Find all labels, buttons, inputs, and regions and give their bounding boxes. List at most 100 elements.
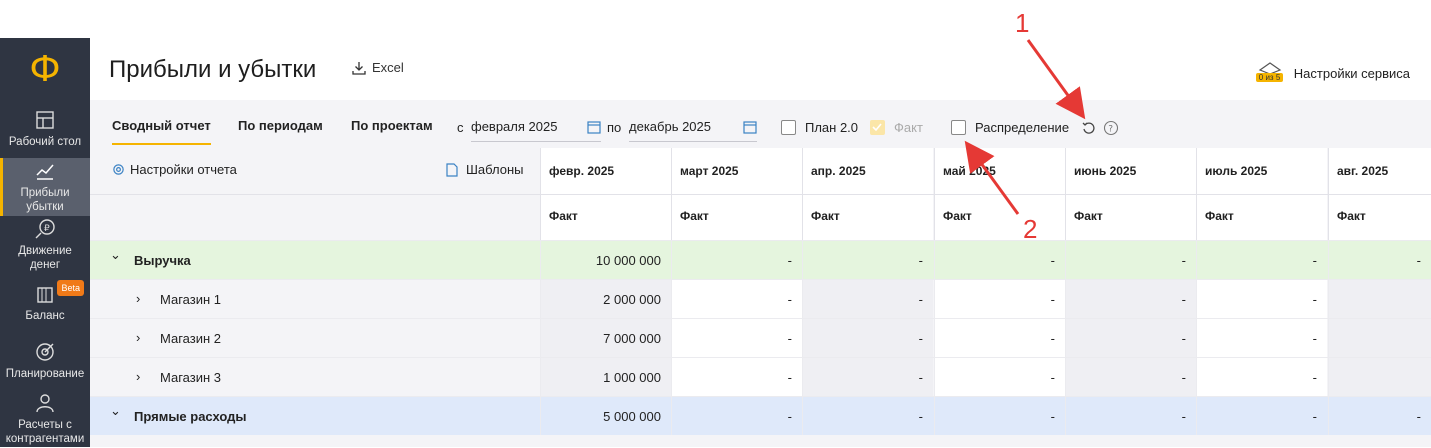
table-header-subheader: Факт Факт Факт Факт Факт Факт Факт bbox=[90, 194, 1431, 240]
month-label: авг. 2025 bbox=[1337, 164, 1389, 178]
sidebar-item-cashflow[interactable]: ₽ Движение денег bbox=[0, 216, 90, 274]
cell-value: - bbox=[1181, 370, 1186, 385]
table-cell bbox=[1328, 319, 1431, 357]
table-cell bbox=[1328, 280, 1431, 318]
fact-subheader-label: Факт bbox=[1074, 209, 1103, 223]
month-header: март 2025 bbox=[671, 148, 802, 194]
table-cell: 10 000 000 bbox=[540, 241, 671, 279]
date-to-value: декабрь 2025 bbox=[629, 119, 711, 134]
table-cell: - bbox=[934, 358, 1065, 396]
row-label: Магазин 1 bbox=[160, 292, 221, 307]
chevron-right-icon[interactable]: › bbox=[136, 369, 140, 384]
sidebar-item-label: Расчеты с контрагентами bbox=[5, 419, 85, 445]
cell-value: 1 000 000 bbox=[603, 370, 661, 385]
chevron-down-icon[interactable]: ⌄ bbox=[110, 403, 121, 419]
calendar-icon bbox=[587, 120, 601, 134]
date-to-field[interactable]: декабрь 2025 bbox=[629, 112, 757, 142]
cell-value: - bbox=[787, 331, 792, 346]
sidebar-item-label: Баланс bbox=[25, 310, 65, 322]
table-cell: 7 000 000 bbox=[540, 319, 671, 357]
table-cell: 1 000 000 bbox=[540, 358, 671, 396]
chevron-down-icon[interactable]: ⌄ bbox=[110, 247, 121, 263]
month-header: июль 2025 bbox=[1196, 148, 1327, 194]
service-settings-button[interactable]: 0 из 5 Настройки сервиса bbox=[1255, 60, 1410, 86]
table-cell: - bbox=[802, 319, 933, 357]
cell-value: - bbox=[1312, 370, 1317, 385]
service-badge: 0 из 5 bbox=[1255, 73, 1284, 82]
balance-icon bbox=[34, 283, 56, 305]
target-icon bbox=[34, 341, 56, 363]
fact-subheader: Факт bbox=[934, 195, 1065, 240]
tab-summary[interactable]: Сводный отчет bbox=[112, 118, 211, 145]
table-row[interactable]: › Магазин 2 7 000 000 - - - - - bbox=[90, 318, 1431, 357]
chart-icon bbox=[34, 160, 56, 182]
sidebar-item-profit[interactable]: Прибыли убытки bbox=[0, 158, 90, 216]
excel-export-button[interactable]: Excel bbox=[352, 60, 404, 75]
cell-value: - bbox=[1312, 409, 1317, 424]
table-cell: - bbox=[1196, 319, 1327, 357]
fact-subheader-label: Факт bbox=[680, 209, 709, 223]
sidebar: Ф Рабочий стол Прибыли убытки ₽ Движение… bbox=[0, 38, 90, 447]
cell-value: - bbox=[918, 370, 923, 385]
month-header: апр. 2025 bbox=[802, 148, 933, 194]
month-label: апр. 2025 bbox=[811, 164, 866, 178]
help-icon[interactable]: ? bbox=[1103, 120, 1119, 136]
table-cell: - bbox=[1065, 358, 1196, 396]
table-cell: - bbox=[934, 397, 1065, 435]
date-from-label: с bbox=[457, 120, 464, 135]
table-row[interactable]: ⌄ Выручка 10 000 000 - - - - - - bbox=[90, 240, 1431, 279]
table-header-months: февр. 2025 март 2025 апр. 2025 май 2025 июнь… bbox=[90, 148, 1431, 194]
fact-subheader: Факт bbox=[1065, 195, 1196, 240]
beta-badge: Beta bbox=[57, 280, 84, 296]
plan-checkbox[interactable] bbox=[781, 120, 796, 135]
tab-projects[interactable]: По проектам bbox=[351, 118, 433, 133]
table-cell bbox=[1328, 358, 1431, 396]
month-header: май 2025 bbox=[934, 148, 1065, 194]
cell-value: - bbox=[918, 331, 923, 346]
sidebar-item-label: Рабочий стол bbox=[8, 136, 82, 148]
month-header: июнь 2025 bbox=[1065, 148, 1196, 194]
month-label: март 2025 bbox=[680, 164, 739, 178]
tab-periods[interactable]: По периодам bbox=[238, 118, 323, 133]
cell-value: - bbox=[1050, 253, 1055, 268]
page-header: Прибыли и убытки Excel 0 из 5 Настройки … bbox=[90, 38, 1431, 100]
fact-subheader: Факт bbox=[1196, 195, 1327, 240]
row-label: Магазин 3 bbox=[160, 370, 221, 385]
logo[interactable]: Ф bbox=[0, 38, 90, 100]
cell-value: - bbox=[1312, 253, 1317, 268]
table-row[interactable]: ⌄ Прямые расходы 5 000 000 - - - - - - bbox=[90, 396, 1431, 435]
cell-value: - bbox=[1181, 292, 1186, 307]
month-header: авг. 2025 bbox=[1328, 148, 1431, 194]
cell-value: - bbox=[1050, 292, 1055, 307]
chevron-right-icon[interactable]: › bbox=[136, 291, 140, 306]
sidebar-item-planning[interactable]: Планирование bbox=[0, 332, 90, 390]
cell-value: - bbox=[918, 409, 923, 424]
date-from-field[interactable]: февраля 2025 bbox=[471, 112, 601, 142]
table-cell: - bbox=[1196, 241, 1327, 279]
sidebar-item-label: Движение денег bbox=[18, 245, 72, 271]
table-row[interactable]: › Магазин 3 1 000 000 - - - - - bbox=[90, 357, 1431, 396]
cell-value: - bbox=[1050, 331, 1055, 346]
table-cell: 5 000 000 bbox=[540, 397, 671, 435]
sidebar-item-counterparties[interactable]: Расчеты с контрагентами bbox=[0, 390, 90, 448]
row-label: Выручка bbox=[134, 253, 191, 268]
cell-value: - bbox=[1312, 292, 1317, 307]
distribution-checkbox[interactable] bbox=[951, 120, 966, 135]
reset-icon[interactable] bbox=[1082, 121, 1096, 135]
sidebar-item-desktop[interactable]: Рабочий стол bbox=[0, 100, 90, 158]
cell-value: - bbox=[1312, 331, 1317, 346]
cell-value: - bbox=[787, 409, 792, 424]
fact-subheader-label: Факт bbox=[943, 209, 972, 223]
cell-value: - bbox=[1181, 331, 1186, 346]
sidebar-item-balance[interactable]: Beta Баланс bbox=[0, 274, 90, 332]
chevron-right-icon[interactable]: › bbox=[136, 330, 140, 345]
table-cell: - bbox=[1328, 397, 1431, 435]
table-cell: - bbox=[1196, 280, 1327, 318]
table-cell: - bbox=[1065, 319, 1196, 357]
table-row[interactable]: › Магазин 1 2 000 000 - - - - - bbox=[90, 279, 1431, 318]
fact-checkbox[interactable] bbox=[870, 120, 885, 135]
cell-value: - bbox=[1416, 253, 1421, 268]
service-label: Настройки сервиса bbox=[1293, 65, 1410, 81]
fact-subheader-label: Факт bbox=[811, 209, 840, 223]
table-cell: - bbox=[802, 280, 933, 318]
